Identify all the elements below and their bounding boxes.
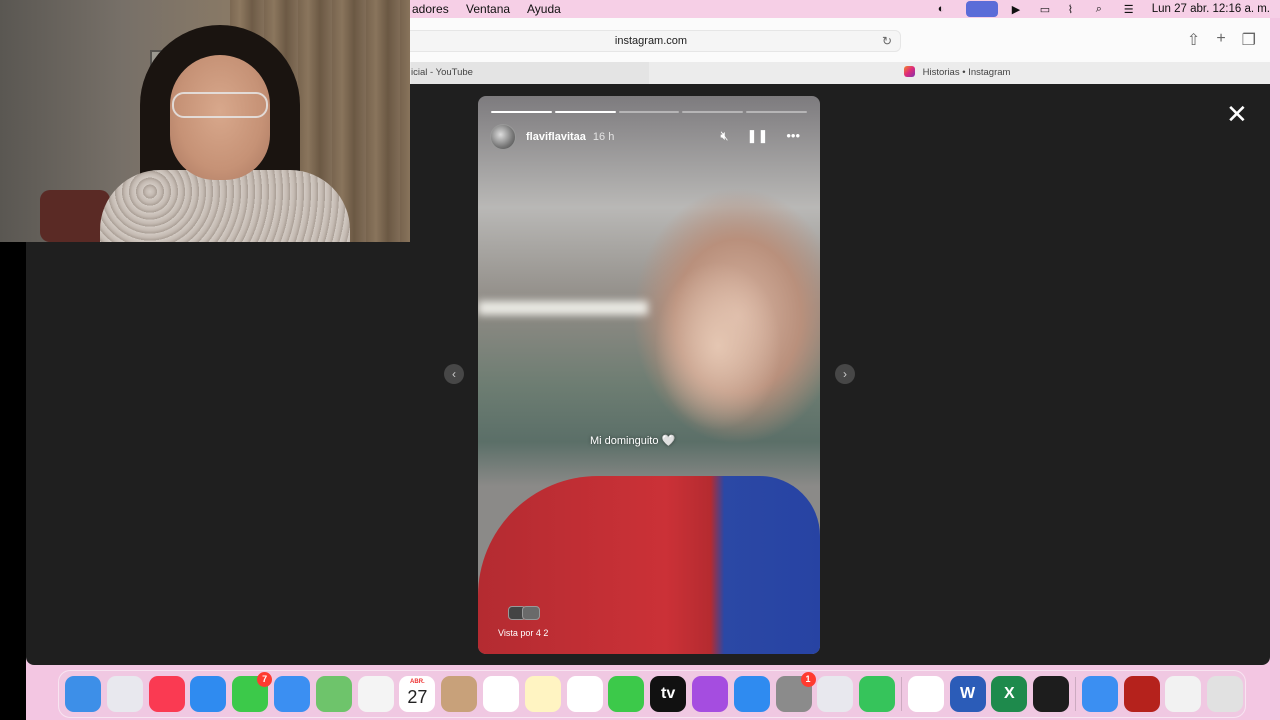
tab-youtube-label: icial - YouTube [411, 67, 473, 78]
music-icon[interactable] [148, 676, 185, 712]
iphone-mirroring-icon[interactable] [817, 676, 854, 712]
presenter-sweater [100, 170, 350, 242]
calendar-month: ABR. [410, 679, 425, 685]
tv-icon[interactable]: tv [650, 676, 687, 712]
story-header: flaviflavitaa 16 h 🔇︎ ❚❚ ••• [490, 124, 810, 150]
pause-icon[interactable]: ❚❚ [747, 128, 769, 144]
notes-icon[interactable] [524, 676, 561, 712]
reminders-icon[interactable] [482, 676, 519, 712]
trash-icon[interactable] [1207, 676, 1244, 712]
share-icon[interactable]: ⇧ [1187, 30, 1200, 50]
network-icon[interactable] [1081, 676, 1118, 712]
creative-cloud-icon[interactable]: ◐ [938, 3, 952, 15]
progress-segment [554, 111, 616, 113]
close-icon[interactable]: ✕ [1226, 101, 1248, 127]
tab-youtube[interactable]: icial - YouTube [411, 62, 649, 84]
presenter-glasses [172, 92, 268, 118]
progress-segment [618, 111, 680, 113]
avatar[interactable] [490, 124, 516, 150]
progress-segment [746, 111, 807, 113]
mute-icon[interactable]: 🔇︎ [720, 128, 728, 144]
contacts-icon[interactable] [441, 676, 478, 712]
story-photo-light [478, 301, 648, 315]
menu-item-ventana[interactable]: Ventana [466, 2, 510, 16]
menu-item-partial[interactable]: adores [412, 2, 449, 16]
calendar-day: 27 [407, 686, 428, 707]
mail-icon[interactable] [273, 676, 310, 712]
launchpad-icon[interactable] [106, 676, 143, 712]
calendar-icon[interactable]: ABR. 27 [399, 676, 436, 712]
system-settings-icon[interactable]: 1 [775, 672, 816, 712]
url-text: instagram.com [614, 35, 688, 47]
tab-overview-icon[interactable]: ❐ [1242, 30, 1256, 50]
whatsapp-icon[interactable] [859, 676, 896, 712]
seen-by-label[interactable]: Vista por 4 2 [498, 628, 548, 638]
messages-icon[interactable]: 7 [232, 672, 273, 712]
notification-badge: 1 [800, 672, 816, 687]
tv-label: tv [661, 685, 676, 702]
app-store-icon[interactable] [733, 676, 770, 712]
wifi-off-icon[interactable]: ⌇ [1068, 3, 1082, 16]
webcam-overlay [0, 0, 410, 242]
facetime-icon[interactable] [608, 676, 645, 712]
toolbar-actions: ⇧ + ❐ [1187, 30, 1256, 50]
document-icon[interactable] [1165, 676, 1202, 712]
photos-icon[interactable] [357, 676, 394, 712]
word-icon[interactable]: W [949, 676, 986, 712]
new-tab-icon[interactable]: + [1216, 30, 1225, 50]
previous-story-button[interactable]: ‹ [444, 364, 464, 384]
freeform-icon[interactable] [566, 676, 603, 712]
viewer-avatars[interactable] [508, 606, 554, 622]
address-bar[interactable]: instagram.com ↻ [401, 30, 901, 52]
story-controls: 🔇︎ ❚❚ ••• [720, 128, 800, 144]
finder-icon[interactable] [65, 676, 101, 712]
dock-separator [1074, 677, 1076, 711]
excel-icon[interactable]: X [991, 676, 1028, 712]
progress-segment [682, 111, 744, 113]
story-card[interactable]: flaviflavitaa 16 h 🔇︎ ❚❚ ••• Mi domingui… [478, 96, 820, 654]
tab-instagram[interactable]: Historias • Instagram [904, 62, 1204, 84]
screen-share-icon[interactable] [965, 1, 998, 17]
control-center-icon[interactable]: ☰ [1124, 3, 1138, 16]
podcasts-icon[interactable] [691, 676, 728, 712]
maps-icon[interactable] [315, 676, 352, 712]
play-icon[interactable]: ▶ [1012, 3, 1026, 16]
photo-booth-icon[interactable] [1123, 676, 1160, 712]
story-caption: Mi dominguito 🤍 [590, 435, 676, 447]
progress-segment [491, 111, 552, 113]
menu-clock[interactable]: Lun 27 abr. 12:16 a. m. [1152, 3, 1270, 15]
notification-badge: 7 [257, 672, 273, 687]
next-story-button[interactable]: › [835, 364, 855, 384]
dock: 7 ABR. 27 tv 1 W X [58, 670, 1246, 718]
battery-icon[interactable]: ▭ [1040, 3, 1054, 16]
menu-item-ayuda[interactable]: Ayuda [527, 2, 561, 16]
tab-instagram-label: Historias • Instagram [922, 67, 1011, 78]
story-username[interactable]: flaviflavitaa [526, 131, 586, 143]
chrome-icon[interactable] [907, 676, 944, 712]
story-time: 16 h [592, 131, 615, 143]
safari-icon[interactable] [190, 676, 227, 712]
reload-icon[interactable]: ↻ [880, 34, 894, 48]
dock-separator [900, 677, 902, 711]
excel-label: X [1003, 685, 1015, 702]
more-icon[interactable]: ••• [786, 128, 800, 144]
word-label: W [959, 685, 976, 702]
search-icon[interactable]: ⌕ [1096, 3, 1110, 15]
viewer-avatar [522, 606, 540, 620]
story-progress [491, 111, 807, 113]
left-edge-strip [0, 242, 26, 720]
status-area: ◐ ▶ ▭ ⌇ ⌕ ☰ Lun 27 abr. 12:16 a. m. [938, 0, 1270, 18]
instagram-icon [904, 66, 915, 77]
obs-icon[interactable] [1033, 676, 1070, 712]
